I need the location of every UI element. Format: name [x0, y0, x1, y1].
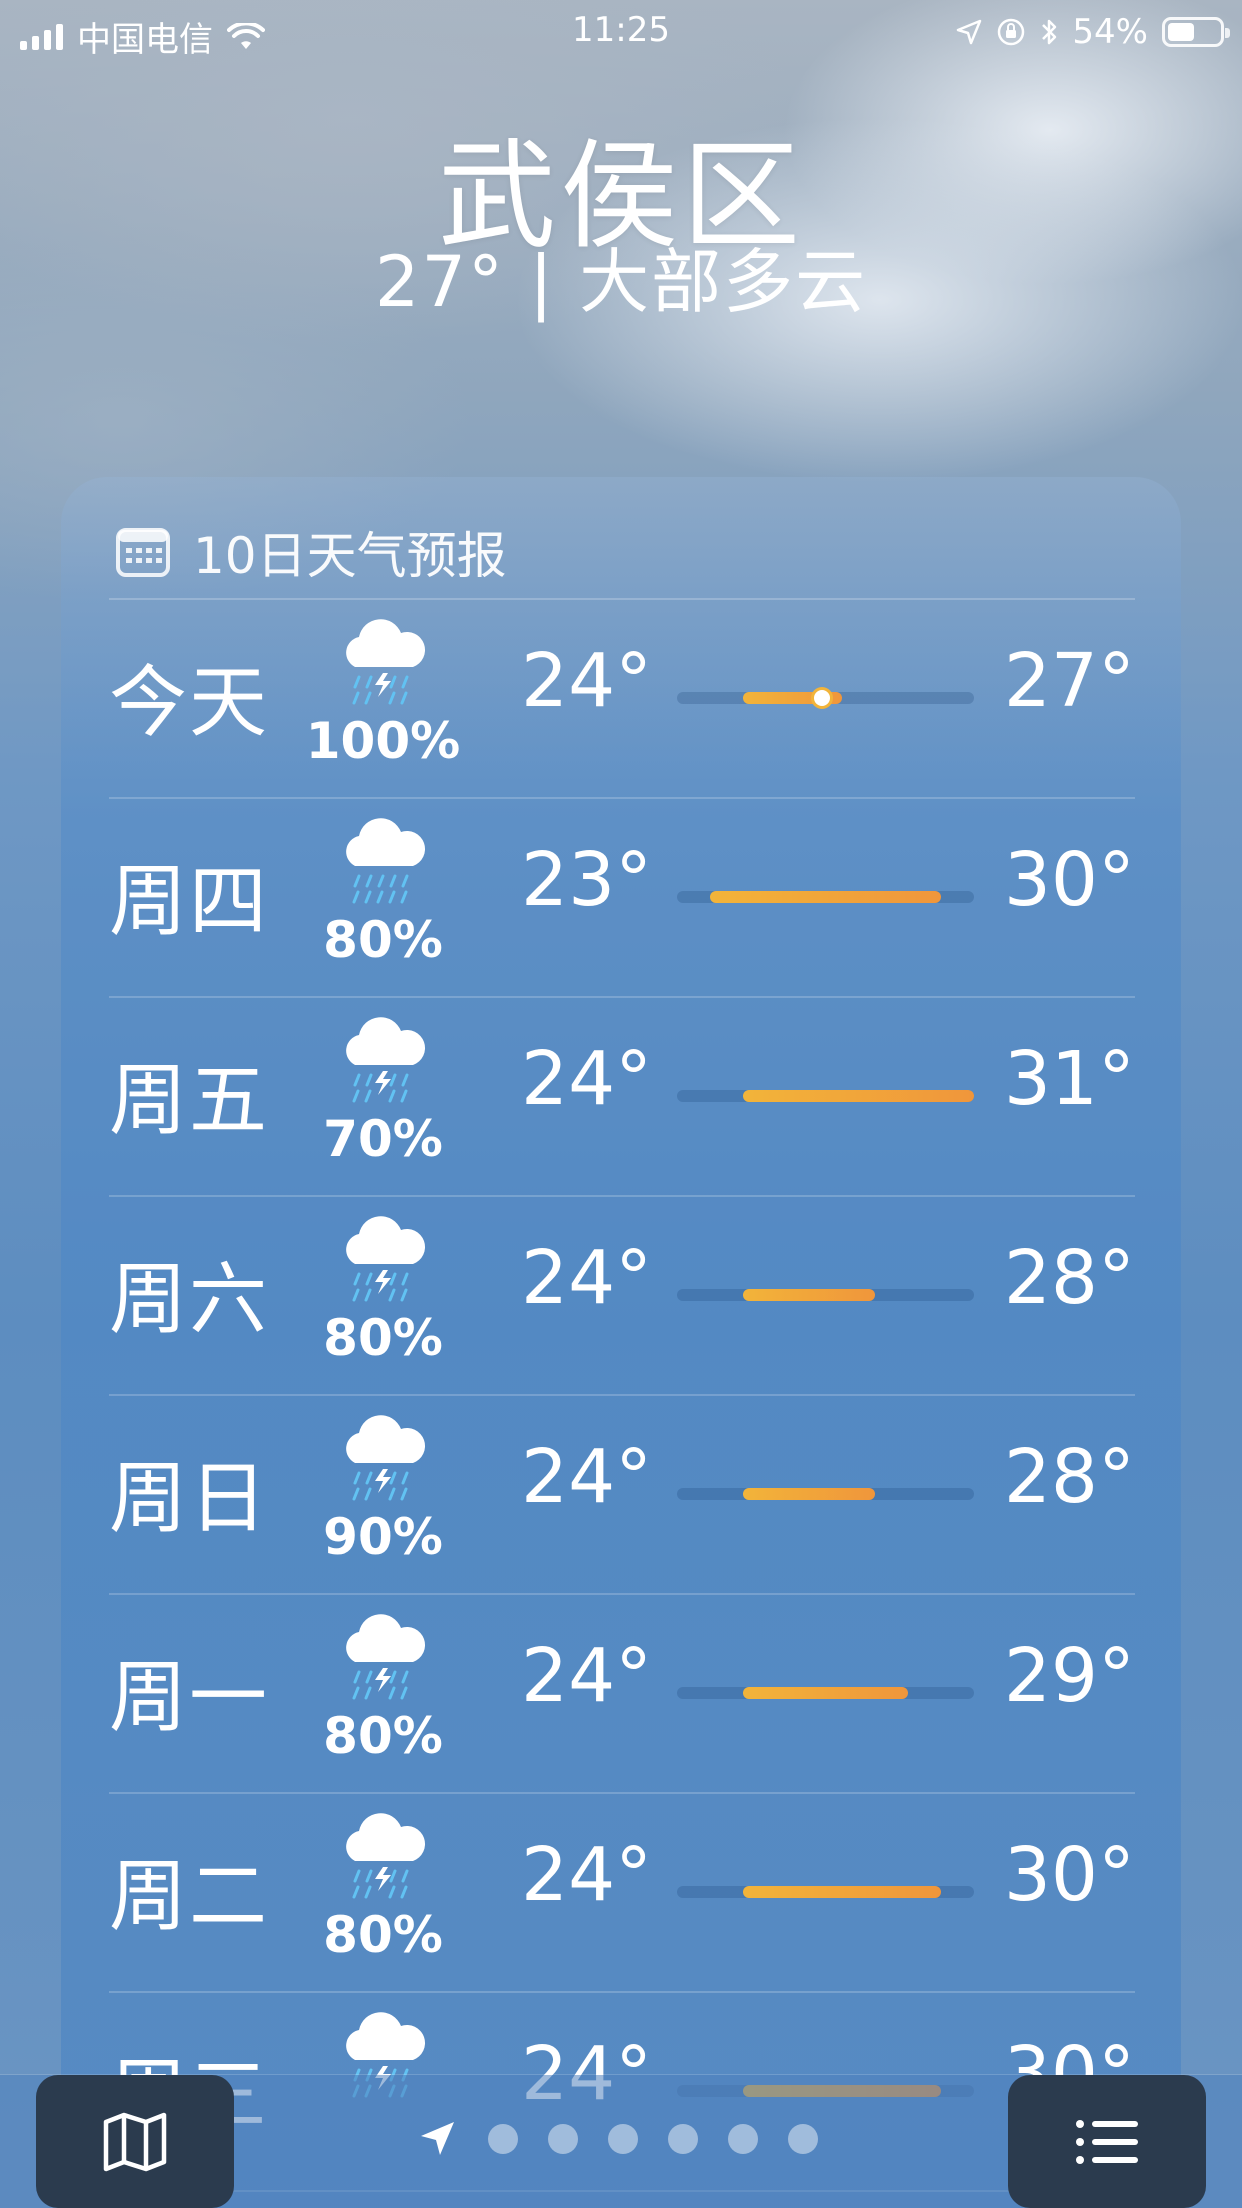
page-dot[interactable] [788, 2124, 818, 2154]
day-label: 今天 [109, 658, 270, 748]
map-icon [103, 2112, 167, 2171]
forecast-row: 周五 70% 24° 31° [109, 998, 1135, 1197]
map-button[interactable] [36, 2075, 234, 2208]
precip-chance: 80% [323, 1309, 443, 1367]
page-indicator[interactable] [418, 2119, 818, 2159]
day-label: 周五 [109, 1056, 270, 1146]
temp-range-track [677, 1488, 974, 1500]
day-label: 周六 [109, 1255, 270, 1345]
battery-icon [1162, 17, 1230, 47]
precip-chance: 90% [323, 1508, 443, 1566]
temp-range-bar [743, 1289, 875, 1301]
temp-range-bar [743, 1886, 941, 1898]
current-location-arrow-icon [421, 2122, 454, 2155]
battery-percent: 54% [1072, 12, 1148, 52]
forecast-header: 10日天气预报 [115, 517, 507, 587]
temp-range-track [677, 1090, 974, 1102]
precip-chance: 80% [323, 1906, 443, 1964]
thunderstorm-icon [346, 619, 426, 705]
thunderstorm-icon [346, 1614, 426, 1700]
thunderstorm-icon [346, 1017, 426, 1103]
page-dot[interactable] [548, 2124, 578, 2154]
page-dot[interactable] [488, 2124, 518, 2154]
high-temp: 28° [1003, 1434, 1135, 1520]
thunderstorm-icon [346, 1415, 426, 1501]
high-temp: 30° [1003, 837, 1135, 923]
bluetooth-icon [1042, 19, 1057, 45]
forecast-row: 周一 80% 24° 29° [109, 1595, 1135, 1794]
low-temp: 24° [521, 1633, 653, 1719]
current-temp-marker [814, 690, 830, 706]
page-dots [488, 2124, 818, 2154]
forecast-row: 今天 100% 24° 27° [109, 600, 1135, 799]
city-list-button[interactable] [1008, 2075, 1206, 2208]
page-dot[interactable] [728, 2124, 758, 2154]
forecast-row: 周六 80% 24° 28° [109, 1197, 1135, 1396]
temp-range-track [677, 690, 974, 706]
precip-chance: 80% [323, 1707, 443, 1765]
page-dot[interactable] [608, 2124, 638, 2154]
temp-range-track [677, 1687, 974, 1699]
thunderstorm-icon [346, 1813, 426, 1899]
precip-chance: 80% [323, 911, 443, 969]
temp-range-track [677, 1886, 974, 1898]
status-bar: 中国电信 11:25 54% [0, 0, 1242, 62]
thunderstorm-icon [346, 1216, 426, 1302]
low-temp: 24° [521, 638, 653, 724]
orientation-lock-icon [998, 18, 1025, 46]
forecast-row: 周日 90% 24° 28° [109, 1396, 1135, 1595]
page-dot[interactable] [668, 2124, 698, 2154]
high-temp: 30° [1003, 1832, 1135, 1918]
day-label: 周一 [109, 1653, 270, 1743]
ten-day-forecast-card[interactable]: 10日天气预报 今天 100% 24° 27° 周四 80% 23° 30° 周五 70% 24° 3… [61, 477, 1181, 2208]
high-temp: 27° [1003, 638, 1135, 724]
low-temp: 24° [521, 1434, 653, 1520]
bottom-toolbar [0, 2075, 1242, 2208]
low-temp: 24° [521, 1832, 653, 1918]
day-label: 周四 [109, 857, 270, 947]
forecast-row: 周四 80% 23° 30° [109, 799, 1135, 998]
low-temp: 23° [521, 837, 653, 923]
calendar-icon [116, 528, 170, 577]
high-temp: 31° [1003, 1036, 1135, 1122]
temp-range-track [677, 1289, 974, 1301]
temp-range-bar [710, 891, 941, 903]
high-temp: 29° [1003, 1633, 1135, 1719]
day-label: 周二 [109, 1852, 270, 1942]
temp-range-bar [743, 1687, 908, 1699]
location-arrow-icon [957, 19, 982, 45]
low-temp: 24° [521, 1036, 653, 1122]
forecast-row: 周二 80% 24° 30° [109, 1794, 1135, 1993]
status-right: 54% [956, 12, 1230, 52]
temp-range-bar [743, 1488, 875, 1500]
rain-icon [346, 818, 426, 904]
current-summary: 27° | 大部多云 [374, 241, 868, 323]
temp-range-bar [743, 1090, 974, 1102]
temp-range-track [677, 891, 974, 903]
precip-chance: 70% [323, 1110, 443, 1168]
list-icon [1076, 2119, 1138, 2164]
low-temp: 24° [521, 1235, 653, 1321]
day-label: 周日 [109, 1454, 270, 1544]
precip-chance: 100% [305, 712, 461, 770]
forecast-title: 10日天气预报 [193, 527, 507, 585]
high-temp: 28° [1003, 1235, 1135, 1321]
